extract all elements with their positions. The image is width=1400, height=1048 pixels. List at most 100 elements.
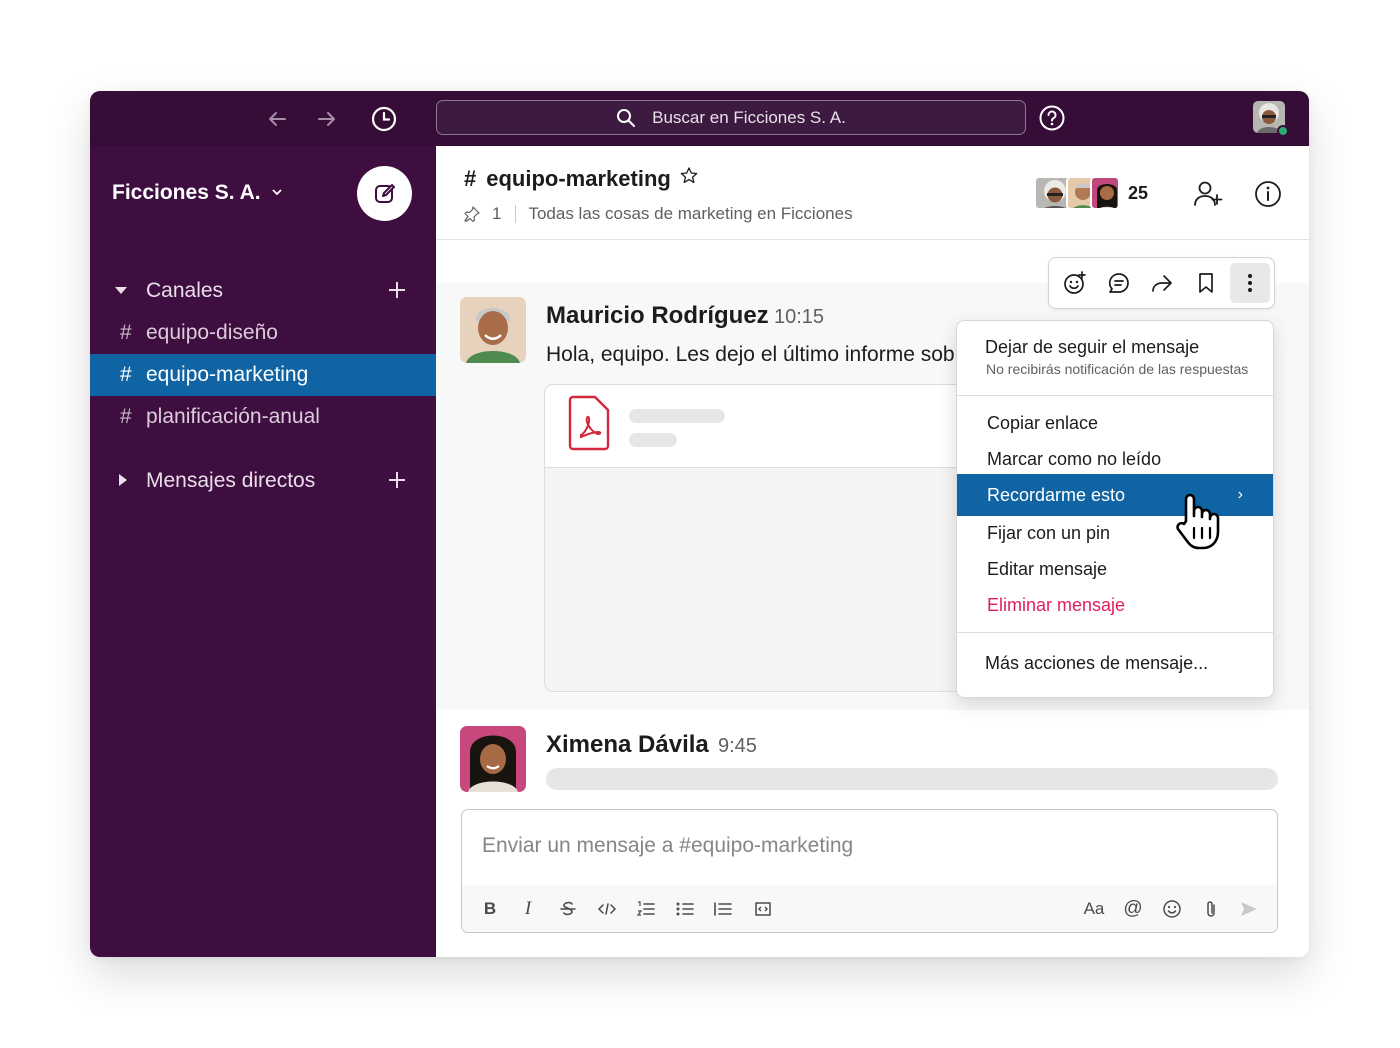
add-dm-icon[interactable] [382,465,412,495]
ordered-list-icon[interactable] [631,894,661,924]
channel-subtitle: 1 Todas las cosas de marketing en Ficcio… [464,204,853,224]
menu-item-label: Marcar como no leído [987,448,1162,469]
divider [515,205,517,223]
menu-item-more-actions[interactable]: Más acciones de mensaje... [957,645,1273,681]
top-bar: Buscar en Ficciones S. A. [90,91,1309,146]
menu-item-edit[interactable]: Editar mensaje [957,551,1273,587]
menu-item-label: Más acciones de mensaje... [985,652,1209,673]
skeleton-line [546,768,1278,790]
send-icon[interactable] [1234,894,1264,924]
menu-item-delete[interactable]: Eliminar mensaje [957,587,1273,623]
sidebar-item-equipo-diseno[interactable]: # equipo-diseño [90,312,436,354]
skeleton-line [629,409,725,423]
caret-right-icon [116,469,130,493]
channel-hash: # [120,321,132,344]
menu-item-sublabel: No recibirás notificación de las respues… [986,361,1249,377]
hand-cursor-icon [1170,491,1230,553]
pin-count: 1 [492,204,502,223]
pinned-items[interactable]: 1 [464,204,501,224]
members-button[interactable]: 25 [1034,176,1148,210]
search-placeholder: Buscar en Ficciones S. A. [652,107,846,127]
menu-item-copy-link[interactable]: Copiar enlace [957,405,1273,441]
channel-header: # equipo-marketing 1 Todas las cosas de … [436,146,1309,240]
avatar[interactable] [460,297,526,363]
channel-topic: Todas las cosas de marketing en Ficcione… [528,204,853,223]
channel-title-name: equipo-marketing [486,166,671,191]
message-author[interactable]: Ximena Dávila [546,731,709,759]
format-toggle-button[interactable]: Aa [1079,894,1109,924]
message-input[interactable]: Enviar un mensaje a #equipo-marketing [482,834,853,858]
sidebar-item-equipo-marketing[interactable]: # equipo-marketing [90,354,436,396]
message-author[interactable]: Mauricio Rodríguez [546,302,769,330]
menu-item-label: Dejar de seguir el mensaje [985,336,1200,357]
mention-button[interactable]: @ [1118,894,1148,924]
attachment-icon[interactable] [1196,894,1226,924]
direct-messages-label: Mensajes directos [146,469,316,492]
code-icon[interactable] [592,894,622,924]
channels-section-header[interactable]: Canales [90,270,436,312]
sidebar: Ficciones S. A. Canales # equipo-diseño … [90,146,436,957]
pin-icon [464,206,480,222]
back-arrow-icon[interactable] [262,104,292,134]
channel-view: # equipo-marketing 1 Todas las cosas de … [436,146,1309,957]
add-member-icon[interactable] [1192,178,1224,210]
add-reaction-icon[interactable] [1055,263,1095,303]
menu-divider [957,395,1273,396]
compose-button[interactable] [357,166,412,221]
member-avatar [1090,176,1120,210]
member-count: 25 [1128,182,1149,203]
chevron-down-icon [271,186,283,201]
avatar[interactable] [460,726,526,792]
more-actions-icon[interactable] [1230,263,1270,303]
channel-name: equipo-marketing [146,363,309,386]
chevron-right-icon: › [1237,486,1243,503]
channel-hash: # [120,405,132,428]
menu-item-label: Eliminar mensaje [987,594,1126,615]
bullet-list-icon[interactable] [670,894,700,924]
menu-divider [957,632,1273,633]
message-actions-toolbar [1048,257,1275,309]
menu-item-unfollow[interactable]: Dejar de seguir el mensaje [957,335,1273,359]
presence-indicator [1277,125,1289,137]
menu-item-label: Fijar con un pin [987,522,1111,543]
reply-thread-icon[interactable] [1099,263,1139,303]
code-block-icon[interactable] [748,894,778,924]
bookmark-icon[interactable] [1186,263,1226,303]
file-attachment[interactable] [544,384,984,692]
skeleton-line [629,433,677,447]
history-clock-icon[interactable] [369,104,399,134]
caret-down-icon [114,279,128,303]
emoji-icon[interactable] [1157,894,1187,924]
help-icon[interactable] [1038,104,1066,132]
channel-name: equipo-diseño [146,321,278,344]
menu-item-mark-unread[interactable]: Marcar como no leído [957,441,1273,477]
channel-title[interactable]: # equipo-marketing [464,166,699,192]
channel-name: planificación-anual [146,405,320,428]
app-window: Buscar en Ficciones S. A. Ficciones S. A… [90,91,1309,957]
sidebar-item-planificacion-anual[interactable]: # planificación-anual [90,396,436,438]
search-bar[interactable]: Buscar en Ficciones S. A. [436,100,1026,135]
blockquote-icon[interactable] [708,894,738,924]
add-channel-icon[interactable] [382,275,412,305]
message-timestamp[interactable]: 10:15 [774,306,824,329]
italic-button[interactable]: I [513,894,543,924]
message-text: Hola, equipo. Les dejo el último informe… [546,343,955,366]
message-timestamp[interactable]: 9:45 [718,735,757,758]
forward-arrow-icon[interactable] [312,104,342,134]
direct-messages-section-header[interactable]: Mensajes directos [90,460,436,502]
channel-title-hash: # [464,166,477,191]
workspace-name-button[interactable]: Ficciones S. A. [112,181,283,205]
channel-details-icon[interactable] [1252,178,1284,210]
message-composer: Enviar un mensaje a #equipo-marketing B … [461,809,1278,933]
formatting-toolbar: B I Aa @ [462,885,1277,932]
menu-item-label: Copiar enlace [987,412,1099,433]
pdf-icon [567,395,611,456]
star-icon[interactable] [679,166,699,192]
compose-icon [374,183,395,203]
workspace-name: Ficciones S. A. [112,181,261,204]
bold-button[interactable]: B [475,894,505,924]
strikethrough-icon[interactable] [553,894,583,924]
menu-item-label: Recordarme esto [987,484,1126,505]
channels-label: Canales [146,279,224,302]
share-icon[interactable] [1143,263,1183,303]
